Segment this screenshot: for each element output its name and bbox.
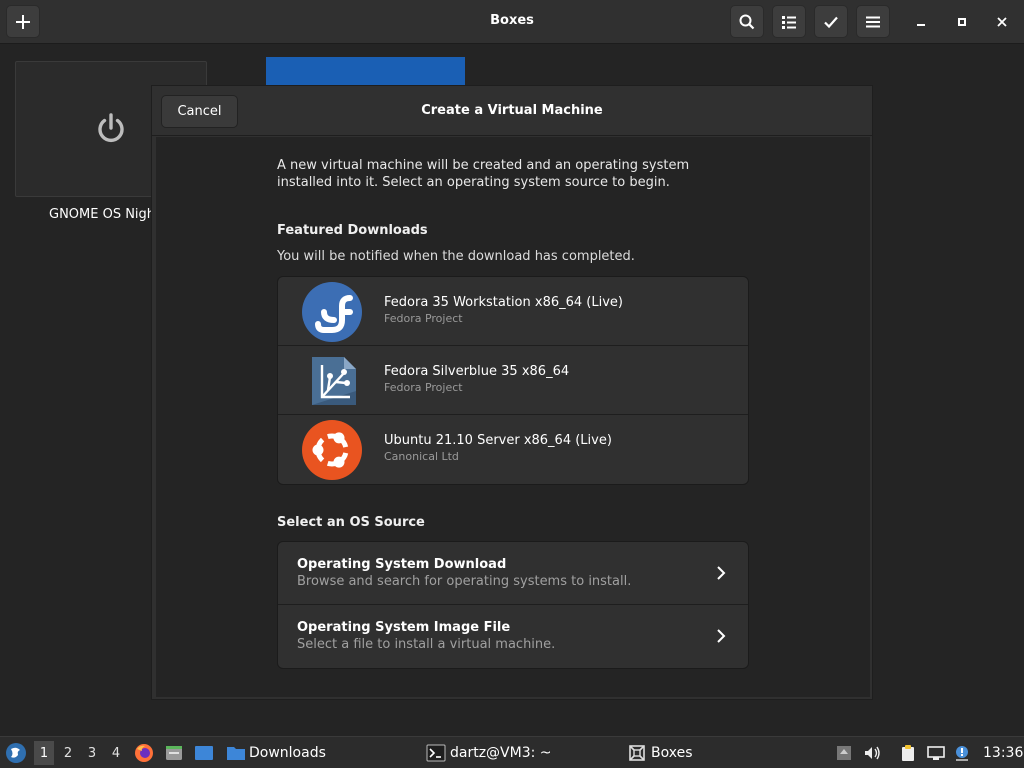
source-subtitle: Browse and search for operating systems … xyxy=(297,574,632,589)
network-tray[interactable] xyxy=(926,743,946,763)
app-menu-button[interactable] xyxy=(5,742,27,764)
workspace-1[interactable]: 1 xyxy=(34,741,54,765)
maximize-button[interactable] xyxy=(949,9,975,35)
taskbar: 1 2 3 4 Downloads dartz@VM3: ~ Boxes 13:… xyxy=(0,736,1024,768)
list-view-icon xyxy=(782,15,796,29)
source-subtitle: Select a file to install a virtual machi… xyxy=(297,637,556,652)
source-title: Operating System Download xyxy=(297,557,507,572)
search-button[interactable] xyxy=(730,5,764,38)
firefox-icon xyxy=(135,744,153,762)
file-manager-icon xyxy=(166,746,182,760)
new-vm-button[interactable] xyxy=(6,5,40,38)
source-title: Operating System Image File xyxy=(297,620,511,635)
hamburger-menu-icon xyxy=(866,16,880,27)
terminal-icon xyxy=(426,744,446,762)
volume-tray[interactable] xyxy=(862,743,882,763)
os-name: Ubuntu 21.10 Server x86_64 (Live) xyxy=(384,433,612,448)
workspace-4[interactable]: 4 xyxy=(106,741,126,765)
plus-icon xyxy=(16,14,30,29)
folder-icon xyxy=(227,747,245,760)
chevron-right-icon xyxy=(717,629,726,643)
featured-os-row[interactable]: Fedora 35 Workstation x86_64 (Live) Fedo… xyxy=(278,277,748,346)
search-icon xyxy=(739,14,755,29)
files-launcher[interactable] xyxy=(164,743,184,763)
firefox-launcher[interactable] xyxy=(134,743,154,763)
close-button[interactable] xyxy=(989,9,1015,35)
task-label: Downloads xyxy=(249,745,326,761)
power-icon xyxy=(98,113,124,143)
dialog-title: Create a Virtual Machine xyxy=(421,103,603,118)
chevron-right-icon xyxy=(717,566,726,580)
featured-os-row[interactable]: Fedora Silverblue 35 x86_64 Fedora Proje… xyxy=(278,346,748,415)
checkmark-icon xyxy=(824,16,838,28)
download-notice: You will be notified when the download h… xyxy=(277,249,635,264)
maximize-icon xyxy=(958,18,966,26)
featured-os-row[interactable]: Ubuntu 21.10 Server x86_64 (Live) Canoni… xyxy=(278,415,748,484)
desktop-launcher[interactable] xyxy=(194,743,214,763)
os-name: Fedora 35 Workstation x86_64 (Live) xyxy=(384,295,623,310)
notification-icon xyxy=(956,746,968,761)
updates-tray[interactable] xyxy=(834,743,854,763)
boxes-icon xyxy=(629,745,645,761)
fedora-logo-icon xyxy=(302,282,362,342)
os-source-list: Operating System Download Browse and sea… xyxy=(277,541,749,669)
ubuntu-logo-icon xyxy=(302,420,362,480)
os-download-row[interactable]: Operating System Download Browse and sea… xyxy=(278,542,748,605)
clipboard-tray[interactable] xyxy=(898,743,918,763)
os-image-file-row[interactable]: Operating System Image File Select a fil… xyxy=(278,605,748,668)
notifications-tray[interactable] xyxy=(952,743,972,763)
workspace-2[interactable]: 2 xyxy=(58,741,78,765)
fedora-silverblue-logo-icon xyxy=(312,357,356,405)
task-label: Boxes xyxy=(651,745,693,761)
os-vendor: Fedora Project xyxy=(384,312,463,325)
clipboard-icon xyxy=(902,745,914,761)
volume-icon xyxy=(865,746,880,760)
cancel-button[interactable]: Cancel xyxy=(161,95,238,128)
workspace-3[interactable]: 3 xyxy=(82,741,102,765)
task-boxes[interactable]: Boxes xyxy=(627,737,693,768)
os-vendor: Canonical Ltd xyxy=(384,450,459,463)
intro-text: A new virtual machine will be created an… xyxy=(277,158,690,190)
featured-downloads-list: Fedora 35 Workstation x86_64 (Live) Fedo… xyxy=(277,276,749,485)
clock[interactable]: 13:36 xyxy=(983,737,1023,768)
dialog-header: Cancel Create a Virtual Machine xyxy=(152,86,872,136)
minimize-icon xyxy=(917,24,925,26)
package-icon xyxy=(837,746,851,760)
main-menu-button[interactable] xyxy=(856,5,890,38)
header-bar: Boxes xyxy=(0,0,1024,44)
close-icon xyxy=(997,17,1007,27)
minimize-button[interactable] xyxy=(908,9,934,35)
task-label: dartz@VM3: ~ xyxy=(450,745,552,761)
start-menu-icon xyxy=(6,743,26,763)
dialog-body: A new virtual machine will be created an… xyxy=(156,137,870,697)
os-name: Fedora Silverblue 35 x86_64 xyxy=(384,364,570,379)
show-desktop-icon xyxy=(195,746,213,760)
os-source-heading: Select an OS Source xyxy=(277,515,425,530)
task-downloads[interactable]: Downloads xyxy=(226,737,326,768)
network-icon xyxy=(927,746,945,760)
vm-label: GNOME OS Nigh xyxy=(49,207,156,222)
featured-downloads-heading: Featured Downloads xyxy=(277,223,428,238)
view-toggle-button[interactable] xyxy=(772,5,806,38)
selected-vm-thumbnail xyxy=(266,57,465,87)
task-terminal[interactable]: dartz@VM3: ~ xyxy=(426,737,552,768)
selection-mode-button[interactable] xyxy=(814,5,848,38)
os-vendor: Fedora Project xyxy=(384,381,463,394)
create-vm-dialog: Cancel Create a Virtual Machine A new vi… xyxy=(151,85,873,700)
